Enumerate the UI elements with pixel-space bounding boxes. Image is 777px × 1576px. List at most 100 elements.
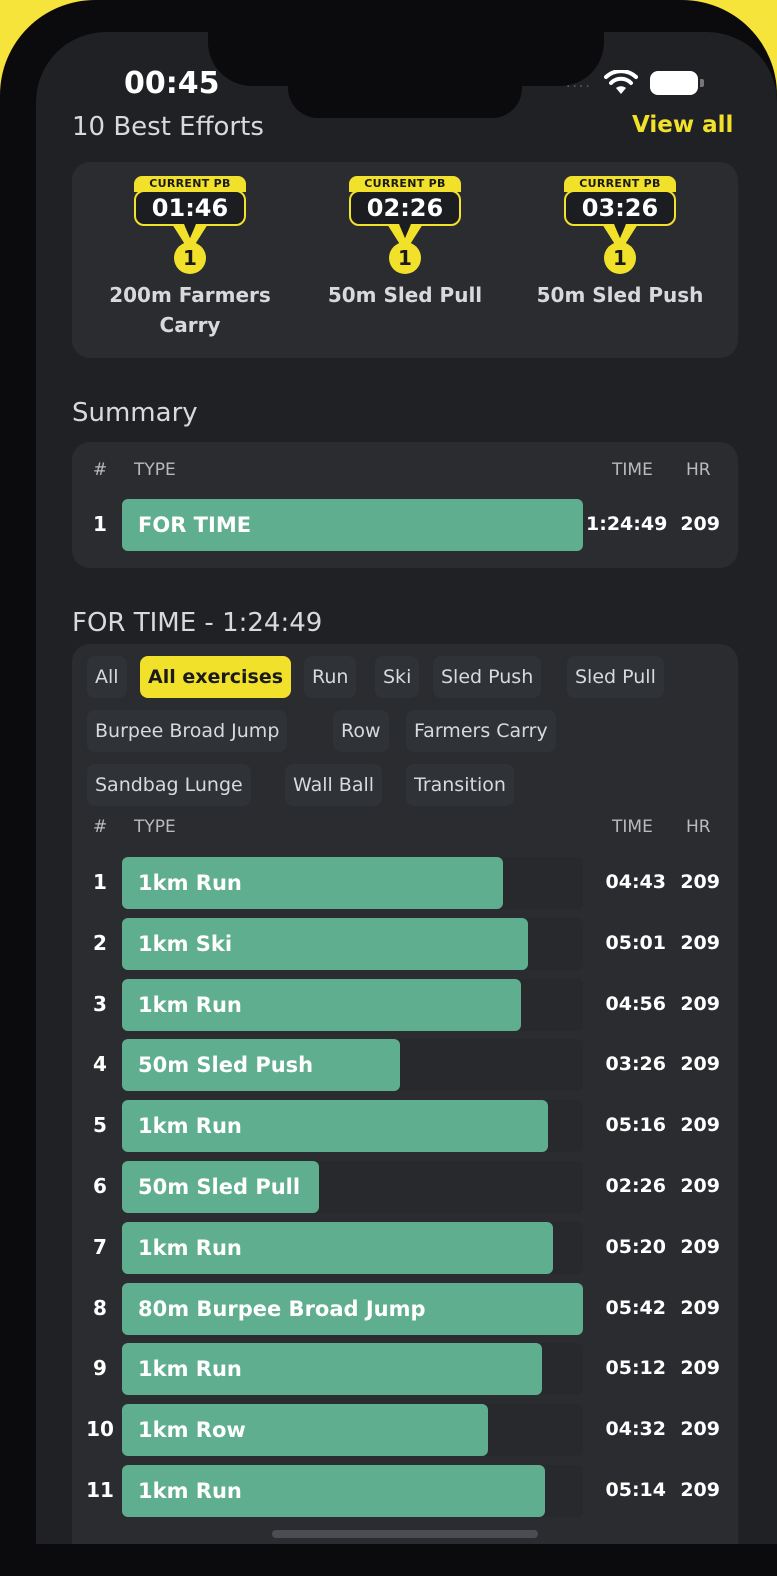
home-indicator[interactable] (272, 1530, 538, 1538)
pb-badge: CURRENT PB 02:26 (349, 176, 461, 226)
summary-header-time: TIME (612, 460, 653, 480)
summary-header-num: # (93, 460, 108, 480)
row-type: 1km Run (138, 1357, 242, 1382)
row-time: 05:12 (605, 1357, 666, 1380)
row-time: 05:01 (605, 931, 666, 954)
medal-icon: 1 (604, 242, 636, 274)
medal-icon: 1 (389, 242, 421, 274)
bar-track: 1km Ski (122, 917, 583, 970)
filter-chip[interactable]: Burpee Broad Jump (87, 710, 288, 752)
row-type: 50m Sled Push (138, 1053, 314, 1078)
row-number: 9 (93, 1356, 107, 1381)
pb-item[interactable]: CURRENT PB 03:26 1 50m Sled Push (520, 176, 720, 310)
pb-time: 03:26 (564, 190, 676, 226)
row-type: 1km Ski (138, 931, 233, 956)
filter-chip[interactable]: Row (333, 710, 389, 752)
pb-name-line: 50m Sled Pull (327, 283, 483, 307)
filter-chip[interactable]: All exercises (140, 656, 292, 698)
row-number: 10 (86, 1417, 114, 1442)
pb-time: 01:46 (134, 190, 246, 226)
row-time: 04:43 (605, 871, 666, 893)
pb-exercise-name: 50m Sled Push (520, 280, 720, 310)
for-time-title: FOR TIME - 1:24:49 (72, 608, 323, 638)
row-type: 1km Run (138, 1235, 242, 1260)
view-all-link[interactable]: View all (632, 112, 733, 138)
filter-chip[interactable]: Sled Pull (567, 656, 664, 698)
summary-title: Summary (72, 398, 198, 428)
pb-badge: CURRENT PB 03:26 (564, 176, 676, 226)
row-number: 6 (93, 1174, 107, 1198)
phone-notch (208, 0, 604, 86)
row-time: 05:16 (605, 1114, 666, 1137)
medal-icon: 1 (174, 242, 206, 274)
status-icons: .... (566, 68, 704, 98)
row-hr: 209 (680, 1114, 720, 1137)
row-hr: 209 (680, 931, 720, 954)
pb-time: 02:26 (349, 190, 461, 226)
row-hr: 209 (680, 992, 720, 1015)
row-number: 1 (93, 870, 107, 894)
row-number: 5 (93, 1113, 107, 1138)
filter-chip[interactable]: All (87, 656, 127, 698)
filter-chip[interactable]: Wall Ball (285, 764, 383, 806)
filter-chip[interactable]: Farmers Carry (406, 710, 556, 752)
row-number: 11 (86, 1478, 114, 1502)
bar-track: 1km Run (122, 857, 583, 909)
row-hr: 209 (680, 513, 720, 535)
row-time: 04:32 (605, 1418, 666, 1441)
row-hr: 209 (680, 1418, 720, 1441)
row-hr: 209 (680, 871, 720, 893)
filter-chip[interactable]: Sled Push (433, 656, 542, 698)
bar-track: 1km Run (122, 1343, 583, 1396)
medal-ribbon-icon (602, 224, 638, 246)
row-time: 03:26 (605, 1053, 666, 1076)
row-type: FOR TIME (138, 513, 252, 537)
filter-chip[interactable]: Run (304, 656, 357, 698)
row-number: 1 (93, 512, 107, 536)
wifi-icon (603, 70, 638, 94)
for-time-header-num: # (93, 817, 108, 837)
row-type: 1km Run (138, 1479, 242, 1503)
pb-item[interactable]: CURRENT PB 01:46 1 200m Farmers Carry (90, 176, 290, 340)
row-type: 1km Row (138, 1418, 246, 1443)
row-time: 05:20 (605, 1235, 666, 1258)
battery-icon (649, 71, 704, 95)
row-number: 8 (93, 1295, 107, 1320)
row-time: 05:42 (605, 1296, 666, 1319)
pb-exercise-name: 50m Sled Pull (305, 280, 505, 310)
row-type: 1km Run (138, 871, 242, 895)
summary-header-hr: HR (686, 460, 711, 480)
row-hr: 209 (680, 1479, 720, 1501)
pb-name-line: 200m Farmers (109, 283, 271, 307)
bar-track: 1km Run (122, 1100, 583, 1153)
bar-track: 50m Sled Pull (122, 1161, 583, 1213)
bar-track: 1km Row (122, 1404, 583, 1457)
row-type: 80m Burpee Broad Jump (138, 1296, 426, 1321)
row-hr: 209 (680, 1053, 720, 1076)
filter-chip[interactable]: Sandbag Lunge (87, 764, 251, 806)
for-time-header-time: TIME (612, 817, 653, 837)
row-time: 04:56 (605, 992, 666, 1015)
best-efforts-title: 10 Best Efforts (72, 112, 264, 142)
pb-name-line: 50m Sled Push (536, 283, 704, 307)
for-time-header-hr: HR (686, 817, 711, 837)
row-hr: 209 (680, 1235, 720, 1258)
pb-badge: CURRENT PB 01:46 (134, 176, 246, 226)
row-time: 05:14 (605, 1479, 666, 1501)
bar-track: 80m Burpee Broad Jump (122, 1282, 583, 1335)
filter-chip[interactable]: Ski (375, 656, 420, 698)
row-time: 1:24:49 (586, 513, 668, 535)
pb-exercise-name: 200m Farmers Carry (90, 280, 290, 340)
pb-item[interactable]: CURRENT PB 02:26 1 50m Sled Pull (305, 176, 505, 310)
filter-chip[interactable]: Transition (406, 764, 514, 806)
row-time: 02:26 (605, 1175, 666, 1197)
dynamic-island (288, 80, 522, 118)
row-number: 2 (93, 930, 107, 955)
row-hr: 209 (680, 1296, 720, 1319)
medal-ribbon-icon (387, 224, 423, 246)
bar-track: FOR TIME (122, 499, 583, 551)
row-number: 3 (93, 991, 107, 1016)
medal-ribbon-icon (172, 224, 208, 246)
row-hr: 209 (680, 1357, 720, 1380)
row-hr: 209 (680, 1175, 720, 1197)
